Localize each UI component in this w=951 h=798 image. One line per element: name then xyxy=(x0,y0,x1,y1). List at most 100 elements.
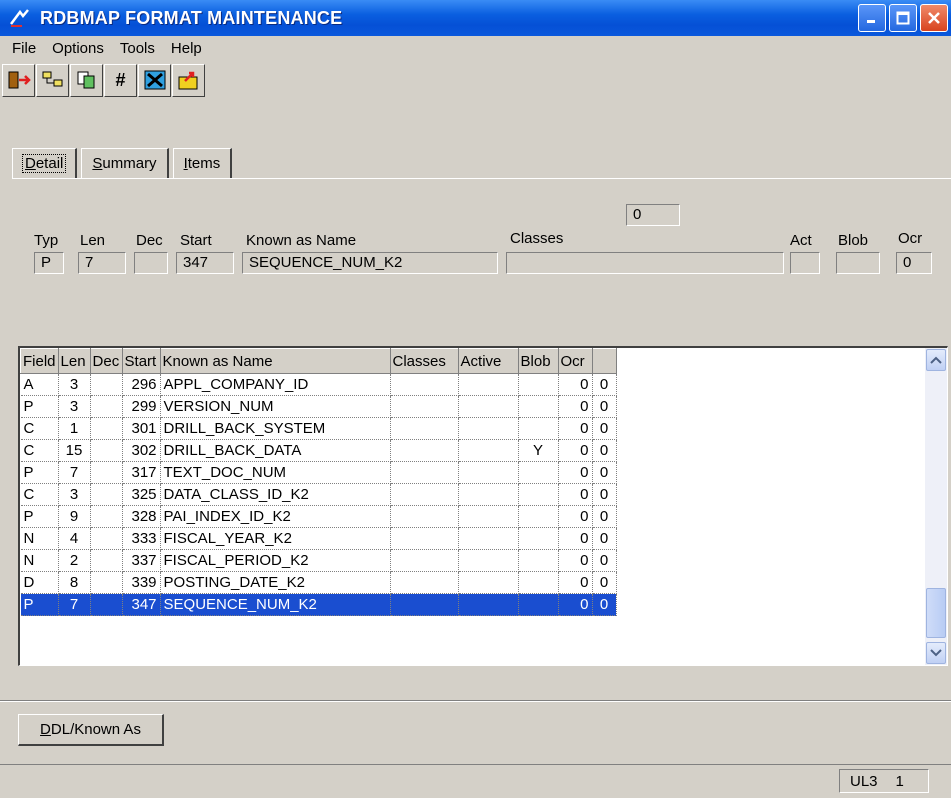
cell-field[interactable]: P xyxy=(20,505,59,528)
scroll-down-button[interactable] xyxy=(926,642,946,664)
cell-len[interactable]: 7 xyxy=(58,461,91,484)
menu-tools[interactable]: Tools xyxy=(112,40,163,57)
col-header-field[interactable]: Field xyxy=(20,348,59,374)
exit-button[interactable] xyxy=(2,63,35,97)
cell-active[interactable] xyxy=(458,593,519,616)
hash-button[interactable]: # xyxy=(104,63,137,97)
cell-len[interactable]: 3 xyxy=(58,395,91,418)
cell-len[interactable]: 8 xyxy=(58,571,91,594)
cell-ocr[interactable]: 0 xyxy=(558,439,593,462)
cell-field[interactable]: A xyxy=(20,373,59,396)
known-as-name-field[interactable]: SEQUENCE_NUM_K2 xyxy=(242,252,498,274)
len-field[interactable]: 7 xyxy=(78,252,126,274)
table-row[interactable]: C 1 301 DRILL_BACK_SYSTEM 0 0 xyxy=(20,417,617,440)
tab-items[interactable]: Items xyxy=(172,148,233,178)
cell-known-as-name[interactable]: PAI_INDEX_ID_K2 xyxy=(160,505,391,528)
cell-dec[interactable] xyxy=(90,593,123,616)
vertical-scrollbar[interactable] xyxy=(925,348,947,665)
table-row[interactable]: C 3 325 DATA_CLASS_ID_K2 0 0 xyxy=(20,483,617,506)
cell-ocr[interactable]: 0 xyxy=(558,527,593,550)
cell-start[interactable]: 328 xyxy=(122,505,161,528)
cell-blob[interactable] xyxy=(518,549,559,572)
maximize-button[interactable] xyxy=(889,4,917,32)
scroll-up-button[interactable] xyxy=(926,349,946,371)
cell-active[interactable] xyxy=(458,417,519,440)
cell-dec[interactable] xyxy=(90,439,123,462)
table-row[interactable]: P 3 299 VERSION_NUM 0 0 xyxy=(20,395,617,418)
cell-field[interactable]: C xyxy=(20,483,59,506)
col-header-ocr[interactable]: Ocr xyxy=(557,348,593,374)
cell-field[interactable]: C xyxy=(20,417,59,440)
cell-len[interactable]: 9 xyxy=(58,505,91,528)
cell-known-as-name[interactable]: POSTING_DATE_K2 xyxy=(160,571,391,594)
cell-blob[interactable] xyxy=(518,417,559,440)
title-bar[interactable]: RDBMAP FORMAT MAINTENANCE xyxy=(0,0,951,36)
cell-active[interactable] xyxy=(458,527,519,550)
act-field[interactable] xyxy=(790,252,820,274)
cell-blob[interactable] xyxy=(518,505,559,528)
cell-start[interactable]: 302 xyxy=(122,439,161,462)
cell-active[interactable] xyxy=(458,439,519,462)
cell-extra[interactable]: 0 xyxy=(592,483,617,506)
cell-extra[interactable]: 0 xyxy=(592,571,617,594)
cell-extra[interactable]: 0 xyxy=(592,461,617,484)
cell-ocr[interactable]: 0 xyxy=(558,593,593,616)
cell-field[interactable]: N xyxy=(20,527,59,550)
cell-start[interactable]: 339 xyxy=(122,571,161,594)
cell-len[interactable]: 3 xyxy=(58,373,91,396)
col-header-known-as-name[interactable]: Known as Name xyxy=(159,348,391,374)
cell-classes[interactable] xyxy=(390,395,459,418)
cell-known-as-name[interactable]: DATA_CLASS_ID_K2 xyxy=(160,483,391,506)
start-field[interactable]: 347 xyxy=(176,252,234,274)
copy-button[interactable] xyxy=(70,63,103,97)
cell-len[interactable]: 4 xyxy=(58,527,91,550)
cell-known-as-name[interactable]: DRILL_BACK_DATA xyxy=(160,439,391,462)
cell-ocr[interactable]: 0 xyxy=(558,571,593,594)
minimize-button[interactable] xyxy=(858,4,886,32)
cell-len[interactable]: 15 xyxy=(58,439,91,462)
cell-dec[interactable] xyxy=(90,417,123,440)
cell-extra[interactable]: 0 xyxy=(592,505,617,528)
cell-len[interactable]: 2 xyxy=(58,549,91,572)
cell-len[interactable]: 3 xyxy=(58,483,91,506)
col-header-classes[interactable]: Classes xyxy=(389,348,459,374)
col-header-extra[interactable] xyxy=(591,348,617,374)
cell-ocr[interactable]: 0 xyxy=(558,549,593,572)
cell-active[interactable] xyxy=(458,395,519,418)
cell-field[interactable]: N xyxy=(20,549,59,572)
cell-blob[interactable] xyxy=(518,395,559,418)
col-header-blob[interactable]: Blob xyxy=(517,348,559,374)
table-row[interactable]: P 9 328 PAI_INDEX_ID_K2 0 0 xyxy=(20,505,617,528)
cell-known-as-name[interactable]: FISCAL_YEAR_K2 xyxy=(160,527,391,550)
cell-start[interactable]: 317 xyxy=(122,461,161,484)
cell-blob[interactable] xyxy=(518,571,559,594)
cell-known-as-name[interactable]: VERSION_NUM xyxy=(160,395,391,418)
cell-classes[interactable] xyxy=(390,571,459,594)
cell-ocr[interactable]: 0 xyxy=(558,395,593,418)
tree-button[interactable] xyxy=(36,63,69,97)
cell-dec[interactable] xyxy=(90,505,123,528)
cell-dec[interactable] xyxy=(90,549,123,572)
cell-start[interactable]: 301 xyxy=(122,417,161,440)
cell-blob[interactable] xyxy=(518,593,559,616)
typ-field[interactable]: P xyxy=(34,252,64,274)
table-row[interactable]: P 7 347 SEQUENCE_NUM_K2 0 0 xyxy=(20,593,617,616)
cell-known-as-name[interactable]: DRILL_BACK_SYSTEM xyxy=(160,417,391,440)
cell-extra[interactable]: 0 xyxy=(592,373,617,396)
col-header-len[interactable]: Len xyxy=(57,348,91,374)
cell-extra[interactable]: 0 xyxy=(592,395,617,418)
cell-classes[interactable] xyxy=(390,505,459,528)
cell-active[interactable] xyxy=(458,571,519,594)
cell-ocr[interactable]: 0 xyxy=(558,505,593,528)
cell-start[interactable]: 299 xyxy=(122,395,161,418)
menu-options[interactable]: Options xyxy=(44,40,112,57)
cell-field[interactable]: C xyxy=(20,439,59,462)
cell-known-as-name[interactable]: FISCAL_PERIOD_K2 xyxy=(160,549,391,572)
cell-start[interactable]: 325 xyxy=(122,483,161,506)
cell-dec[interactable] xyxy=(90,395,123,418)
cell-classes[interactable] xyxy=(390,373,459,396)
cell-active[interactable] xyxy=(458,461,519,484)
cell-field[interactable]: P xyxy=(20,593,59,616)
scroll-thumb[interactable] xyxy=(926,588,946,638)
table-row[interactable]: P 7 317 TEXT_DOC_NUM 0 0 xyxy=(20,461,617,484)
